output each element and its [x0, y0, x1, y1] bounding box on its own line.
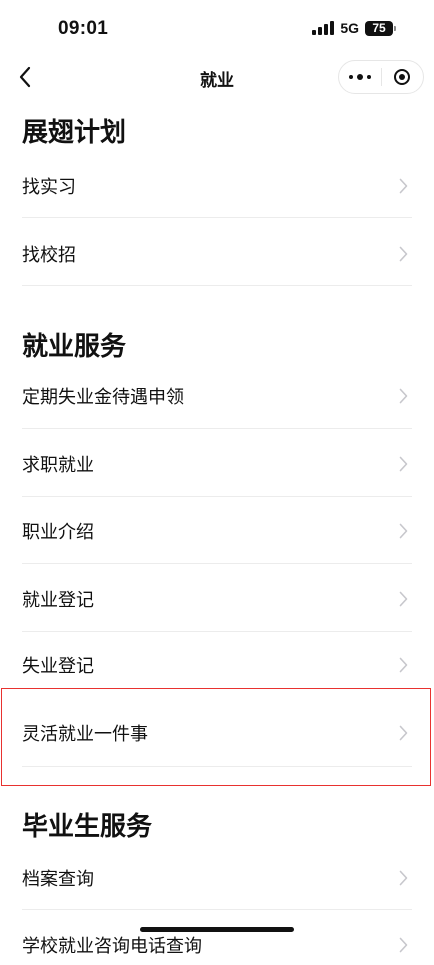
divider — [22, 428, 412, 429]
list-item[interactable]: 找校招 — [22, 234, 412, 274]
divider — [22, 285, 412, 286]
list-item-label: 求职就业 — [22, 455, 94, 475]
list-item[interactable]: 求职就业 — [22, 444, 412, 484]
list-item-label: 找校招 — [22, 245, 76, 265]
list-item-label: 档案查询 — [22, 869, 94, 889]
chevron-right-icon — [399, 937, 408, 953]
chevron-right-icon — [399, 870, 408, 886]
chevron-right-icon — [399, 523, 408, 539]
divider — [22, 631, 412, 632]
list-item[interactable]: 档案查询 — [22, 858, 412, 898]
chevron-right-icon — [399, 725, 408, 741]
chevron-right-icon — [399, 657, 408, 673]
list-item-label: 就业登记 — [22, 590, 94, 610]
divider — [22, 563, 412, 564]
section-title: 就业服务 — [22, 331, 127, 361]
list-item-label: 职业介绍 — [22, 522, 94, 542]
list-item-label: 失业登记 — [22, 656, 94, 676]
chevron-right-icon — [399, 456, 408, 472]
list-item[interactable]: 职业介绍 — [22, 511, 412, 551]
list-item[interactable]: 灵活就业一件事 — [22, 713, 412, 753]
divider — [22, 217, 412, 218]
divider — [22, 766, 412, 767]
list-item[interactable]: 就业登记 — [22, 579, 412, 619]
chevron-right-icon — [399, 591, 408, 607]
divider — [22, 496, 412, 497]
service-list: 展翅计划 找实习 找校招 就业服务 定期失业金待遇申领 求职就业 职业介绍 就业… — [0, 0, 434, 956]
section-title: 毕业生服务 — [22, 811, 153, 841]
list-item-label: 定期失业金待遇申领 — [22, 387, 184, 407]
list-item-label: 找实习 — [22, 177, 76, 197]
chevron-right-icon — [399, 246, 408, 262]
home-indicator[interactable] — [140, 927, 294, 932]
list-item[interactable]: 定期失业金待遇申领 — [22, 376, 412, 416]
section-title: 展翅计划 — [22, 117, 127, 147]
list-item-label: 灵活就业一件事 — [22, 724, 148, 744]
list-item[interactable]: 找实习 — [22, 166, 412, 206]
list-item-label: 学校就业咨询电话查询 — [22, 936, 202, 956]
chevron-right-icon — [399, 178, 408, 194]
divider — [22, 909, 412, 910]
chevron-right-icon — [399, 388, 408, 404]
list-item[interactable]: 失业登记 — [22, 645, 412, 685]
